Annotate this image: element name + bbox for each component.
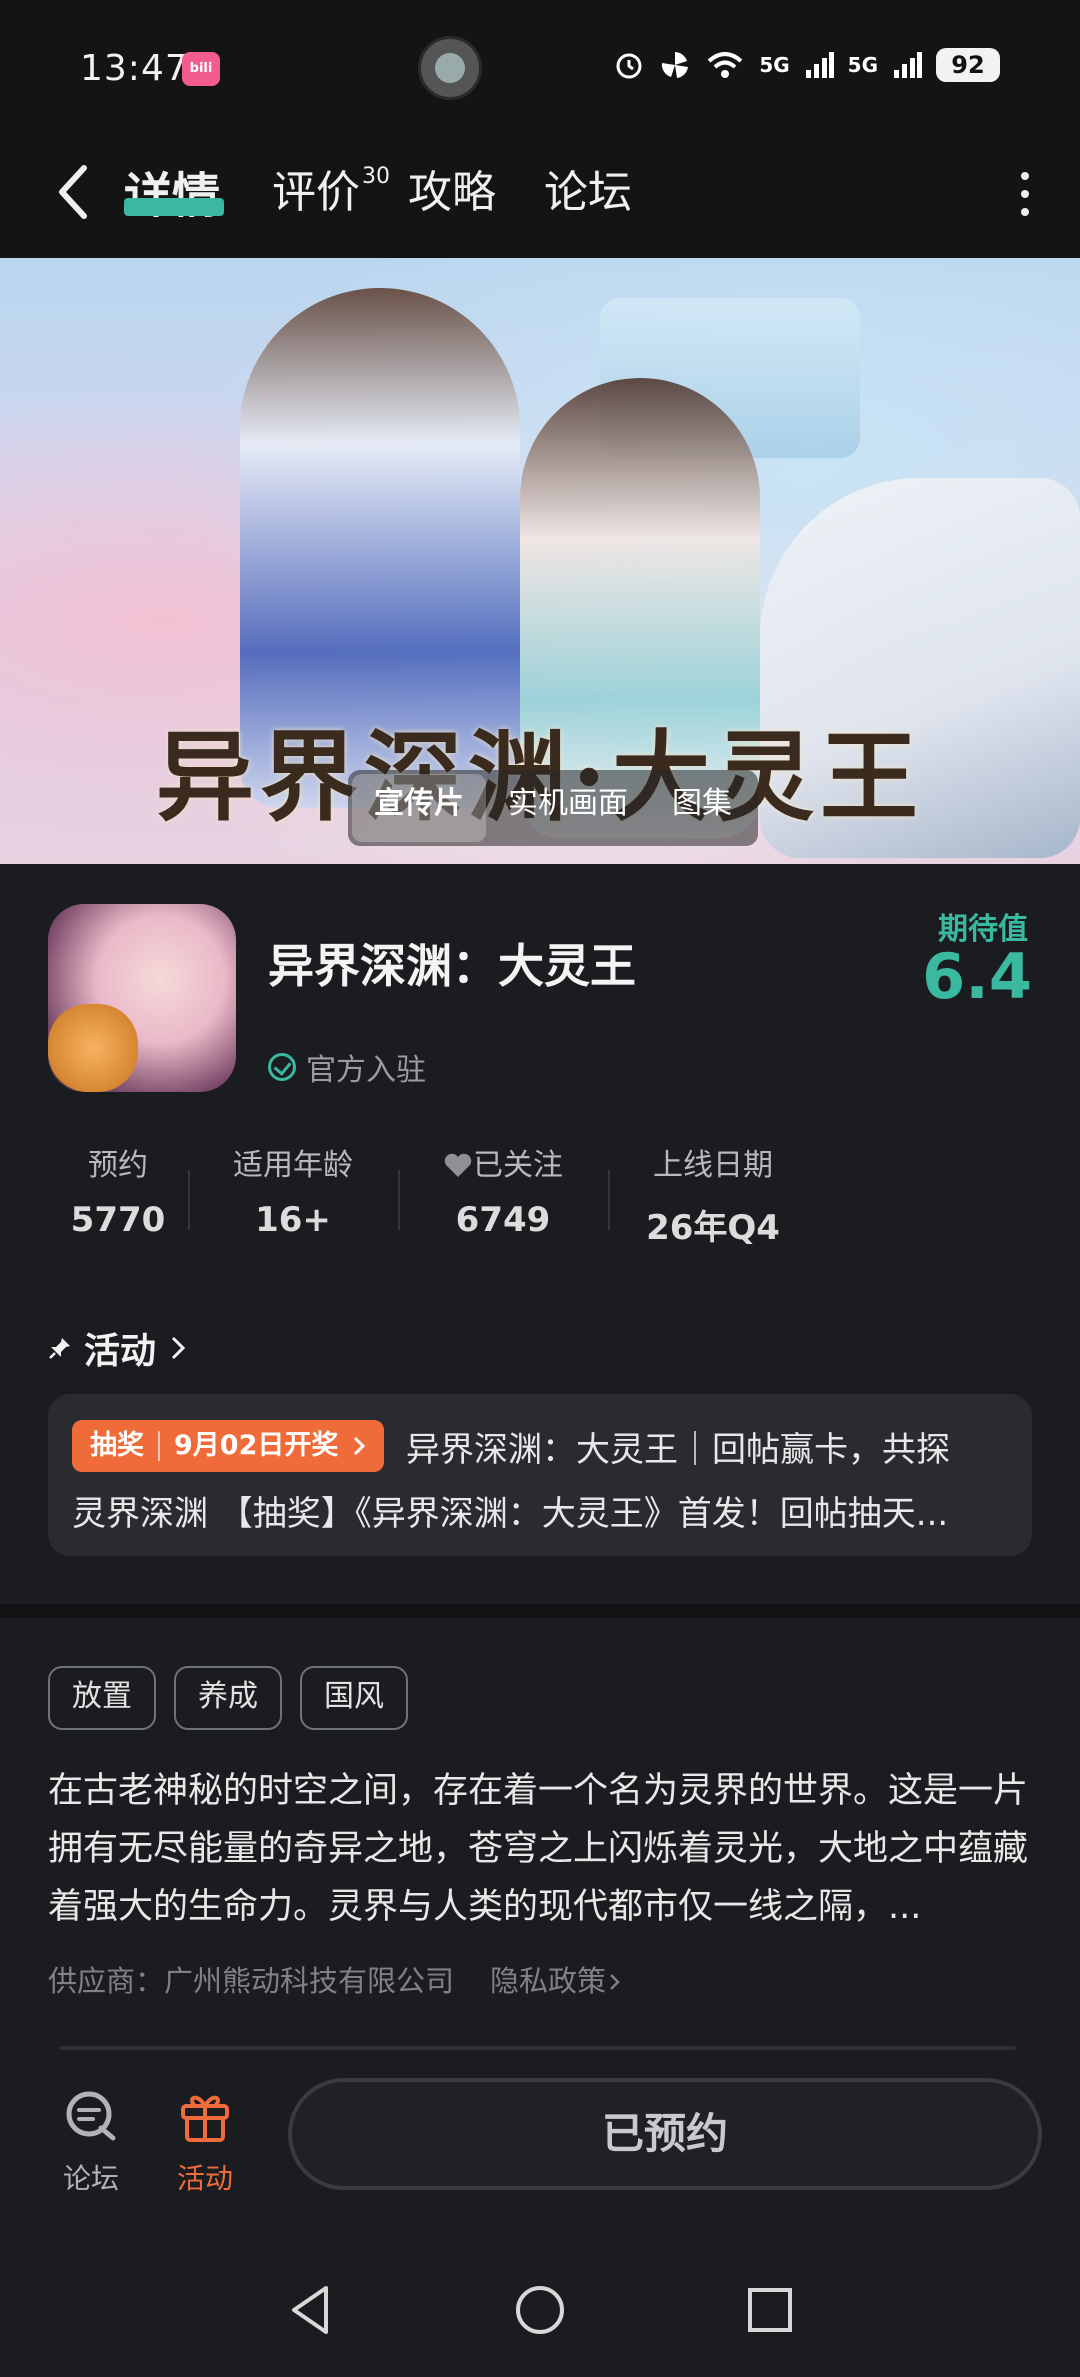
media-tab-trailer[interactable]: 宣传片 [352, 774, 486, 842]
verified-check-icon [268, 1053, 296, 1081]
chevron-right-icon [171, 1336, 186, 1360]
reserved-button[interactable]: 已预约 [288, 2078, 1042, 2190]
pin-icon [49, 1338, 70, 1359]
badge-type: 抽奖 [90, 1430, 144, 1461]
official-label: 官方入驻 [306, 1053, 426, 1088]
stat-value: 16+ [255, 1200, 331, 1240]
vendor-label: 供应商：广州熊动科技有限公司 [48, 1964, 455, 1998]
privacy-policy-label: 隐私政策 [490, 1964, 607, 1998]
tab-reviews-label: 评价 [272, 167, 360, 218]
game-description[interactable]: 在古老神秘的时空之间，存在着一个名为灵界的世界。这是一片拥有无尽能量的奇异之地，… [48, 1762, 1038, 1936]
genre-tags: 放置 养成 国风 [48, 1666, 408, 1730]
activity-section-header[interactable]: 活动 [48, 1322, 188, 1374]
heart-icon [444, 1153, 472, 1177]
bilibili-notification-icon: bili [182, 52, 220, 86]
hero-media-banner[interactable]: 异界深渊·大灵王 宣传片 实机画面 图集 [0, 258, 1080, 864]
chevron-right-icon [610, 1974, 620, 1990]
bottom-forum-label: 论坛 [62, 2162, 119, 2195]
signal-2-label: 5G [847, 53, 878, 77]
status-icons: 5G 5G 92 [613, 48, 1000, 82]
stat-label-text: 已关注 [473, 1148, 563, 1183]
system-recents-icon[interactable] [740, 2280, 800, 2340]
bottom-activity-label: 活动 [176, 2162, 233, 2195]
system-back-icon[interactable] [280, 2280, 340, 2340]
media-tab-gallery[interactable]: 图集 [650, 774, 754, 842]
more-options-icon[interactable] [1010, 166, 1040, 222]
app-icon-tiger-art [48, 1004, 138, 1092]
active-tab-indicator [124, 198, 224, 216]
badge-date: 9月02日开奖 [174, 1430, 339, 1461]
stat-divider [608, 1170, 610, 1230]
activity-text-line2: 灵界深渊 【抽奖】《异界深渊：大灵王》首发！回帖抽天... [72, 1494, 949, 1534]
top-nav: 详情 评价30 攻略 论坛 [0, 130, 1080, 258]
tab-reviews[interactable]: 评价30 [272, 156, 390, 220]
chevron-right-icon [354, 1436, 366, 1456]
media-tab-gameplay[interactable]: 实机画面 [486, 774, 650, 842]
tag-idle[interactable]: 放置 [48, 1666, 156, 1730]
stat-divider [188, 1170, 190, 1230]
tag-nurture[interactable]: 养成 [174, 1666, 282, 1730]
badge-separator [158, 1431, 160, 1461]
activity-text-line1: 异界深渊：大灵王｜回帖赢卡，共探 [406, 1430, 950, 1470]
wifi-icon [707, 52, 743, 78]
activity-title: 活动 [84, 1331, 157, 1372]
stat-label: 适用年龄 [233, 1148, 353, 1183]
app-name: 异界深渊：大灵王 [268, 939, 636, 993]
stat-divider [398, 1170, 400, 1230]
clock: 13:47 [80, 48, 189, 89]
stat-reservations: 预约 5770 [48, 1140, 188, 1250]
official-verified: 官方入驻 [268, 1045, 426, 1089]
stat-age-rating: 适用年龄 16+ [188, 1140, 398, 1250]
tab-forum[interactable]: 论坛 [544, 156, 632, 220]
vendor-row: 供应商：广州熊动科技有限公司 隐私政策 [48, 1958, 624, 2000]
stat-label: 上线日期 [653, 1148, 773, 1183]
privacy-policy-link[interactable]: 隐私政策 [490, 1958, 624, 2000]
floating-app-bubble[interactable] [418, 36, 482, 100]
lottery-badge: 抽奖 9月02日开奖 [72, 1420, 385, 1472]
expectation-score: 6.4 [922, 940, 1032, 1013]
signal-bars-icon [894, 52, 922, 78]
status-bar: 13:47 bili 5G 5G 92 [0, 0, 1080, 130]
tab-guides[interactable]: 攻略 [408, 156, 496, 220]
gift-icon [181, 2095, 229, 2142]
back-arrow-icon[interactable] [48, 160, 108, 224]
stat-label: 已关注 [398, 1140, 608, 1184]
battery-indicator: 92 [936, 48, 1000, 82]
bottom-action-bar: 论坛 活动 已预约 [0, 2050, 1080, 2250]
alarm-icon [616, 53, 642, 79]
app-icon [48, 904, 236, 1092]
stat-label: 预约 [88, 1148, 148, 1183]
signal-bars-icon [805, 52, 834, 78]
reviews-count: 30 [362, 164, 390, 189]
stat-release-date: 上线日期 26年Q4 [608, 1140, 818, 1250]
bottom-activity-button[interactable]: 活动 [160, 2086, 250, 2197]
stat-value: 6749 [455, 1200, 551, 1240]
section-divider [0, 1604, 1080, 1618]
signal-1-label: 5G [759, 53, 790, 77]
stat-followers[interactable]: 已关注 6749 [398, 1140, 608, 1250]
stat-value: 5770 [70, 1200, 166, 1240]
stats-row: 预约 5770 适用年龄 16+ 已关注 6749 上线日期 26年Q4 [48, 1140, 828, 1250]
bottom-forum-button[interactable]: 论坛 [46, 2086, 136, 2197]
tag-chinese-style[interactable]: 国风 [300, 1666, 408, 1730]
system-navigation-bar [0, 2250, 1080, 2377]
fan-icon [662, 52, 689, 78]
chat-bubble-icon [66, 2091, 116, 2141]
stat-value: 26年Q4 [646, 1208, 780, 1248]
system-home-icon[interactable] [510, 2280, 570, 2340]
media-tabs: 宣传片 实机画面 图集 [348, 770, 758, 846]
activity-card[interactable]: 抽奖 9月02日开奖 异界深渊：大灵王｜回帖赢卡，共探 灵界深渊 【抽奖】《异界… [48, 1394, 1032, 1556]
